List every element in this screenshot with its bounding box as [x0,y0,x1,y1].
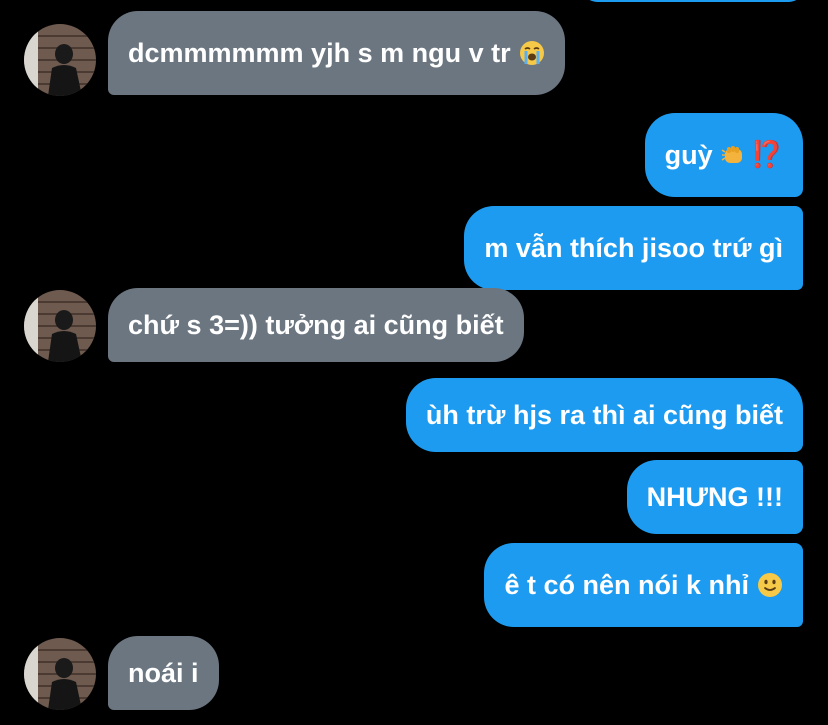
message-text: guỳ [664,139,713,170]
message-text: NHƯNG !!! [646,481,783,512]
avatar[interactable] [24,638,96,710]
message-text: chứ s 3=)) tưởng ai cũng biết [128,309,504,340]
message-bubble-outgoing[interactable]: m vẫn thích jisoo trứ gì [464,206,803,290]
message-text: dcmmmmmm yjh s m ngu v tr [128,37,511,68]
message-text: ê t có nên nói k nhỉ [504,569,749,600]
avatar[interactable] [24,290,96,362]
message-bubble-outgoing[interactable]: ùh trừ hjs ra thì ai cũng biết [405,378,803,452]
message-bubble-outgoing[interactable]: guỳ ⁉️ [644,113,803,197]
loudly-crying-face-icon [519,40,545,66]
message-bubble-incoming[interactable]: noái i [108,636,219,710]
message-bubble-outgoing[interactable]: NHƯNG !!! [626,460,803,534]
slightly-smiling-face-icon [757,572,783,598]
message-bubble-outgoing[interactable]: ê t có nên nói k nhỉ [484,543,803,627]
message-text: ùh trừ hjs ra thì ai cũng biết [425,399,783,430]
chat-thread: dcmmmmmm yjh s m ngu v tr guỳ ⁉️ m vẫn t… [0,0,828,725]
message-bubble-incoming[interactable]: chứ s 3=)) tưởng ai cũng biết [108,288,524,362]
punch-fist-icon [721,142,747,168]
message-bubble-incoming[interactable]: dcmmmmmm yjh s m ngu v tr [108,11,565,95]
previous-message-bubble-edge[interactable] [583,0,803,2]
message-text: noái i [128,657,199,688]
message-text: m vẫn thích jisoo trứ gì [484,232,783,263]
avatar[interactable] [24,24,96,96]
exclamation-question-mark-icon: ⁉️ [750,140,783,170]
